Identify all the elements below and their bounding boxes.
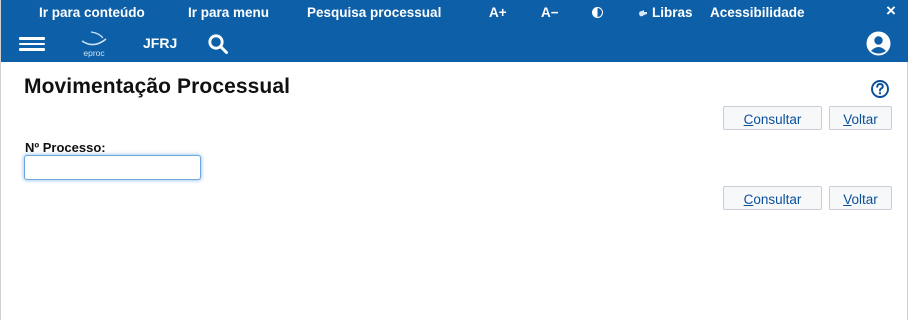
consult-accesskey: C <box>743 112 754 127</box>
consult-button-top[interactable]: Consultar <box>723 106 822 130</box>
font-decrease-button[interactable]: A− <box>541 0 559 24</box>
process-number-input[interactable] <box>24 155 201 180</box>
page-title: Movimentação Processual <box>24 75 291 98</box>
back-accesskey: V <box>843 192 852 207</box>
consult-label: onsultar <box>753 112 802 127</box>
skip-to-menu-link[interactable]: Ir para menu <box>188 0 269 24</box>
menu-icon[interactable] <box>19 37 45 51</box>
back-accesskey: V <box>843 112 852 127</box>
back-label: oltar <box>851 192 878 207</box>
libras-icon <box>639 10 647 17</box>
eproc-logo-mark <box>81 31 107 46</box>
search-icon[interactable] <box>207 33 229 55</box>
libras-label: Libras <box>652 5 693 20</box>
back-button-top[interactable]: Voltar <box>829 106 892 130</box>
page: Ir para conteúdo Ir para menu Pesquisa p… <box>0 0 908 320</box>
user-icon[interactable] <box>866 31 891 56</box>
help-icon[interactable] <box>870 79 890 99</box>
consult-label: onsultar <box>753 192 802 207</box>
top-navbar: eproc JFRJ <box>1 24 908 62</box>
consult-button-bottom[interactable]: Consultar <box>723 186 822 210</box>
accessibility-bar: Ir para conteúdo Ir para menu Pesquisa p… <box>1 0 908 24</box>
process-search-link[interactable]: Pesquisa processual <box>307 0 441 24</box>
back-label: oltar <box>851 112 878 127</box>
close-accessibility-bar-button[interactable]: × <box>886 0 896 24</box>
eproc-logo-text: eproc <box>83 48 105 58</box>
eproc-logo[interactable]: eproc <box>79 29 121 59</box>
contrast-icon[interactable] <box>592 7 603 18</box>
libras-link[interactable]: Libras <box>638 0 693 24</box>
font-increase-button[interactable]: A+ <box>489 0 507 24</box>
consult-accesskey: C <box>743 192 754 207</box>
accessibility-link[interactable]: Acessibilidade <box>710 0 805 24</box>
skip-to-content-link[interactable]: Ir para conteúdo <box>39 0 145 24</box>
organization-label: JFRJ <box>143 35 178 51</box>
back-button-bottom[interactable]: Voltar <box>829 186 892 210</box>
process-number-label: Nº Processo: <box>25 140 106 155</box>
